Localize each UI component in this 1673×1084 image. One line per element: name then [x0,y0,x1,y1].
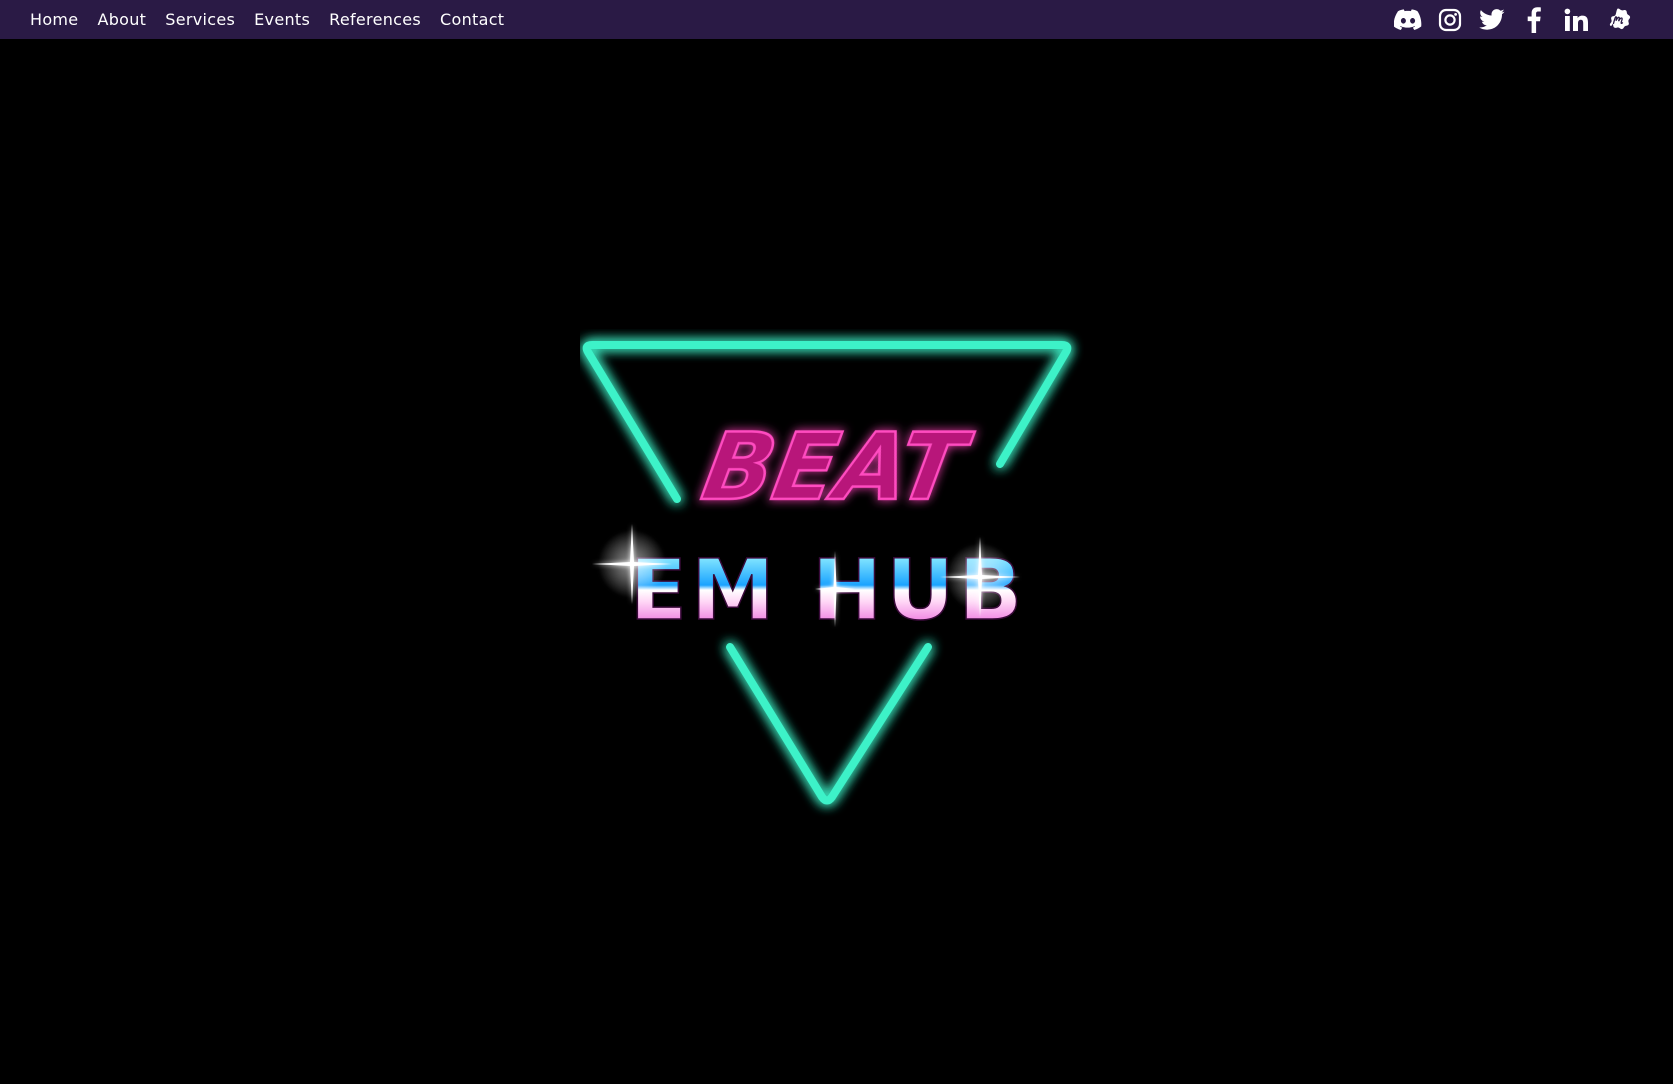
beat-em-hub-logo: BEAT EM HUB [580,329,1100,819]
top-navbar: Home About Services Events References Co… [0,0,1673,39]
nav-link-references[interactable]: References [329,10,421,29]
discord-icon[interactable] [1393,5,1423,35]
linkedin-icon[interactable] [1561,5,1591,35]
main-nav: Home About Services Events References Co… [30,0,523,39]
twitter-icon[interactable] [1477,5,1507,35]
hero-section: BEAT EM HUB [0,39,1673,1084]
instagram-icon[interactable] [1435,5,1465,35]
nav-link-about[interactable]: About [97,10,146,29]
social-links [1381,0,1633,39]
nav-link-services[interactable]: Services [165,10,235,29]
meetup-icon[interactable] [1603,5,1633,35]
logo-beat-text: BEAT [695,414,979,521]
nav-link-events[interactable]: Events [254,10,310,29]
nav-link-home[interactable]: Home [30,10,78,29]
nav-link-contact[interactable]: Contact [440,10,504,29]
facebook-icon[interactable] [1519,5,1549,35]
